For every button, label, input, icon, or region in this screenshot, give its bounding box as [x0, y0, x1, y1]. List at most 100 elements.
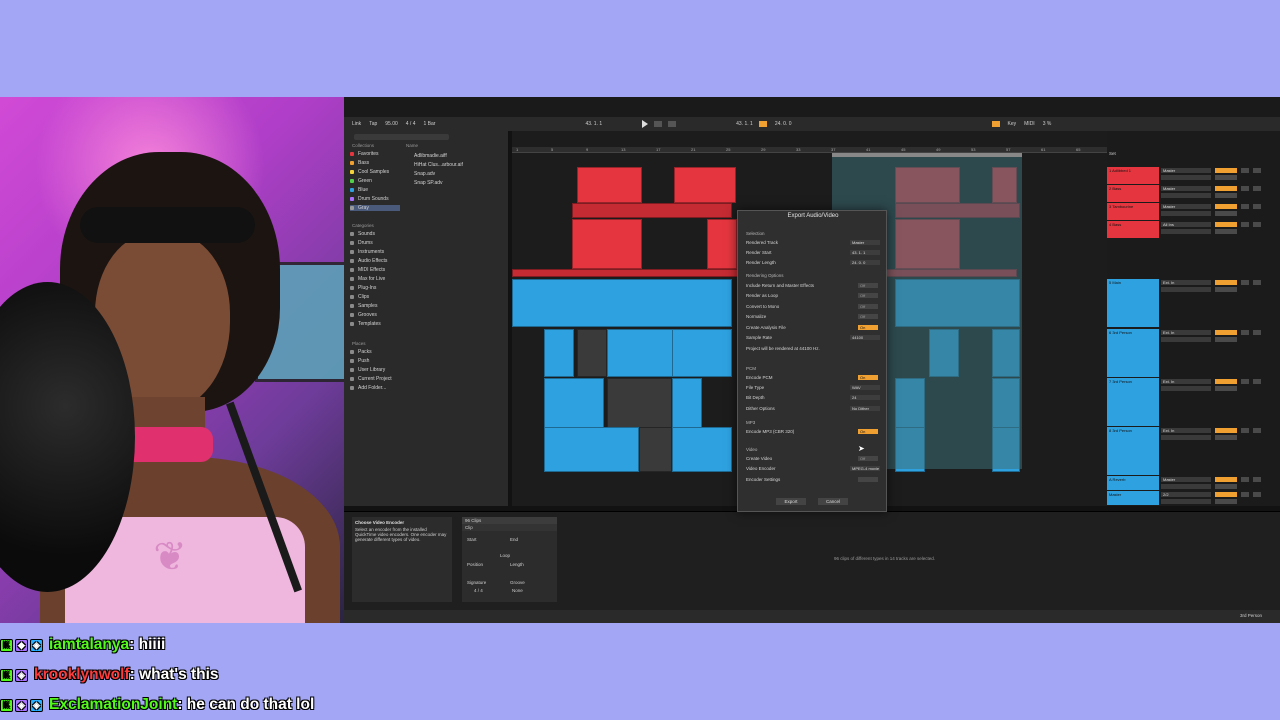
- link-button[interactable]: Link: [352, 121, 361, 127]
- solo-button[interactable]: [1241, 280, 1249, 285]
- collection-item[interactable]: Gray: [350, 205, 400, 211]
- loop-length[interactable]: 24. 0. 0: [775, 121, 792, 127]
- include-return-toggle[interactable]: Off: [858, 283, 878, 288]
- track-name[interactable]: 8 3rd Person: [1107, 427, 1159, 434]
- track-routing-select[interactable]: Master: [1161, 477, 1211, 482]
- create-analysis-toggle[interactable]: On: [858, 325, 878, 330]
- track-routing-select[interactable]: 2/2: [1161, 492, 1211, 497]
- render-loop-toggle[interactable]: Off: [858, 293, 878, 298]
- track-name[interactable]: Master: [1107, 491, 1159, 498]
- chat-username[interactable]: krooklynwolf: [34, 666, 130, 684]
- tempo-field[interactable]: 95.00: [385, 121, 398, 127]
- volume-field[interactable]: [1215, 211, 1237, 216]
- dither-select[interactable]: No Dither: [850, 406, 880, 411]
- audio-clip[interactable]: [674, 167, 736, 203]
- play-icon[interactable]: [642, 120, 649, 128]
- file-item[interactable]: HiHat Clus...arbour.aif: [414, 162, 463, 168]
- track-routing-select[interactable]: Master: [1161, 186, 1211, 191]
- track-number-button[interactable]: [1215, 428, 1237, 433]
- solo-button[interactable]: [1241, 492, 1249, 497]
- solo-button[interactable]: [1241, 204, 1249, 209]
- key-button[interactable]: Key: [1008, 121, 1017, 127]
- category-item[interactable]: Clips: [350, 294, 369, 300]
- volume-field[interactable]: [1215, 435, 1237, 440]
- solo-button[interactable]: [1241, 379, 1249, 384]
- volume-field[interactable]: [1215, 175, 1237, 180]
- track-number-button[interactable]: [1215, 186, 1237, 191]
- volume-field[interactable]: [1215, 499, 1237, 504]
- track-number-button[interactable]: [1215, 492, 1237, 497]
- track-output-select[interactable]: [1161, 175, 1211, 180]
- loop-start[interactable]: 43. 1. 1: [736, 121, 753, 127]
- file-type-select[interactable]: WAV: [850, 385, 880, 390]
- render-length-field[interactable]: 24. 0. 0: [850, 260, 880, 265]
- encode-pcm-toggle[interactable]: On: [858, 375, 878, 380]
- track-number-button[interactable]: [1215, 379, 1237, 384]
- track-name[interactable]: 6 3rd Person: [1107, 329, 1159, 336]
- track-header[interactable]: 6 3rd Person: [1107, 329, 1159, 377]
- arm-button[interactable]: [1253, 477, 1261, 482]
- solo-button[interactable]: [1241, 222, 1249, 227]
- arm-button[interactable]: [1253, 222, 1261, 227]
- groove-value[interactable]: None: [512, 588, 523, 593]
- track-header[interactable]: 7 3rd Person: [1107, 378, 1159, 426]
- category-item[interactable]: Instruments: [350, 249, 384, 255]
- browser-search[interactable]: [354, 134, 449, 140]
- encoder-settings-button[interactable]: [858, 477, 878, 482]
- loop-brace[interactable]: [832, 153, 1022, 157]
- audio-clip[interactable]: [672, 378, 702, 428]
- audio-clip[interactable]: [577, 329, 607, 377]
- solo-button[interactable]: [1241, 186, 1249, 191]
- track-output-select[interactable]: [1161, 211, 1211, 216]
- volume-field[interactable]: [1215, 337, 1237, 342]
- track-routing-select[interactable]: All Ins: [1161, 222, 1211, 227]
- normalize-toggle[interactable]: Off: [858, 314, 878, 319]
- track-name[interactable]: 2 Bass: [1107, 185, 1159, 192]
- clip-tab[interactable]: Clip: [462, 524, 557, 531]
- arrangement-position[interactable]: 43. 1. 1: [585, 121, 602, 127]
- volume-field[interactable]: [1215, 287, 1237, 292]
- loop-switch-icon[interactable]: [758, 121, 767, 127]
- track-output-select[interactable]: [1161, 386, 1211, 391]
- category-item[interactable]: Drums: [350, 240, 373, 246]
- stop-icon[interactable]: [654, 121, 663, 127]
- category-item[interactable]: Grooves: [350, 312, 377, 318]
- track-number-button[interactable]: [1215, 168, 1237, 173]
- chat-username[interactable]: ExclamationJoint: [49, 696, 177, 714]
- track-header[interactable]: 5 Main: [1107, 279, 1159, 327]
- arm-button[interactable]: [1253, 204, 1261, 209]
- sample-rate-select[interactable]: 44100: [850, 335, 880, 340]
- collection-item[interactable]: Blue: [350, 187, 400, 193]
- collection-item[interactable]: Favorites: [350, 151, 400, 157]
- convert-mono-toggle[interactable]: Off: [858, 304, 878, 309]
- track-name[interactable]: 5 Main: [1107, 279, 1159, 286]
- loop-button[interactable]: Loop: [500, 553, 510, 558]
- audio-clip[interactable]: [607, 378, 672, 428]
- arm-button[interactable]: [1253, 168, 1261, 173]
- arm-button[interactable]: [1253, 428, 1261, 433]
- track-number-button[interactable]: [1215, 477, 1237, 482]
- track-header[interactable]: Master: [1107, 491, 1159, 505]
- track-routing-select[interactable]: Ext. In: [1161, 330, 1211, 335]
- export-button[interactable]: Export: [776, 498, 806, 505]
- track-header[interactable]: 1 Adlibbed 1: [1107, 167, 1159, 184]
- category-item[interactable]: Max for Live: [350, 276, 385, 282]
- signature-value[interactable]: 4 / 4: [474, 588, 483, 593]
- key-map-icon[interactable]: [991, 121, 1000, 127]
- volume-field[interactable]: [1215, 386, 1237, 391]
- file-item[interactable]: Snap.adv: [414, 171, 435, 177]
- track-output-select[interactable]: [1161, 287, 1211, 292]
- track-header[interactable]: 4 Bass: [1107, 221, 1159, 238]
- audio-clip[interactable]: [544, 329, 574, 377]
- track-output-select[interactable]: [1161, 484, 1211, 489]
- place-item[interactable]: Push: [350, 358, 369, 364]
- category-item[interactable]: Templates: [350, 321, 381, 327]
- audio-clip[interactable]: [577, 167, 642, 203]
- track-routing-select[interactable]: Master: [1161, 168, 1211, 173]
- track-header[interactable]: 2 Bass: [1107, 185, 1159, 202]
- track-routing-select[interactable]: Ext. In: [1161, 428, 1211, 433]
- volume-field[interactable]: [1215, 229, 1237, 234]
- track-output-select[interactable]: [1161, 435, 1211, 440]
- track-output-select[interactable]: [1161, 337, 1211, 342]
- place-item[interactable]: Add Folder...: [350, 385, 386, 391]
